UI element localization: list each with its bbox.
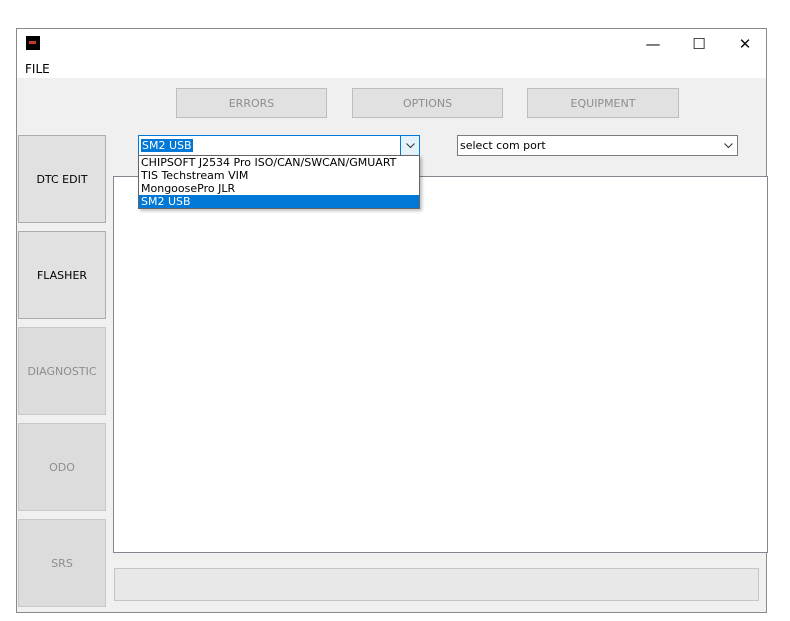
dropdown-option-sm2-usb[interactable]: SM2 USB [139,195,419,208]
diagnostic-button[interactable]: DIAGNOSTIC [18,327,106,415]
com-port-select-value: select com port [460,139,546,152]
chevron-down-icon[interactable] [400,136,419,155]
equipment-button[interactable]: EQUIPMENT [527,88,679,118]
dropdown-option-chipsoft[interactable]: CHIPSOFT J2534 Pro ISO/CAN/SWCAN/GMUART [139,156,419,169]
com-port-select[interactable]: select com port [457,135,738,156]
device-select-value: SM2 USB [141,139,193,152]
minimize-button[interactable]: — [630,29,676,59]
app-window: — ☐ ✕ FILE ERRORS OPTIONS EQUIPMENT DTC … [16,28,768,613]
errors-button[interactable]: ERRORS [176,88,327,118]
odo-button[interactable]: ODO [18,423,106,511]
dropdown-option-tis-techstream[interactable]: TIS Techstream VIM [139,169,419,182]
srs-button[interactable]: SRS [18,519,106,607]
close-button[interactable]: ✕ [722,29,768,59]
menu-file[interactable]: FILE [25,62,50,76]
status-bar [114,568,759,601]
output-panel [113,176,768,553]
dropdown-option-mongoosepro[interactable]: MongoosePro JLR [139,182,419,195]
menu-bar: FILE [17,59,766,78]
chevron-down-icon[interactable] [719,136,737,155]
device-select[interactable]: SM2 USB [138,135,420,156]
maximize-button[interactable]: ☐ [676,29,722,59]
title-bar: — ☐ ✕ [17,29,766,59]
options-button[interactable]: OPTIONS [352,88,503,118]
device-dropdown-list: CHIPSOFT J2534 Pro ISO/CAN/SWCAN/GMUART … [138,155,420,209]
dtc-edit-button[interactable]: DTC EDIT [18,135,106,223]
app-icon [26,36,40,50]
flasher-button[interactable]: FLASHER [18,231,106,319]
